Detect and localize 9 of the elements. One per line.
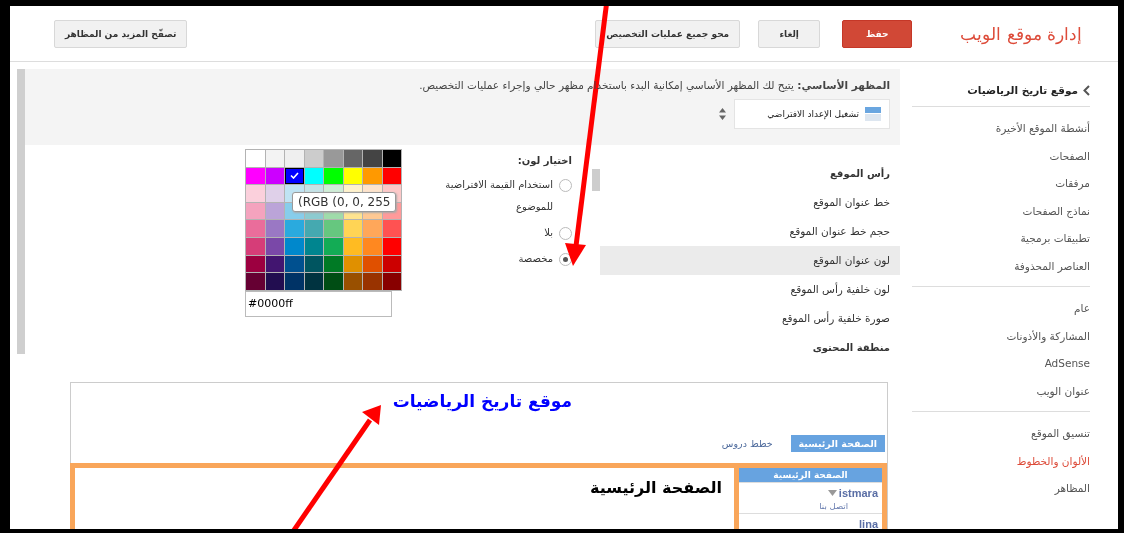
radio-label: بلا: [544, 226, 553, 240]
radio-label: مخصصة: [518, 252, 553, 266]
tooltip: (RGB (0, 0, 255: [292, 192, 397, 212]
site-title: موقع تاريخ الرياضيات: [391, 390, 573, 414]
color-choice-label: اختيار لون:: [516, 155, 572, 166]
side-nav-title: الصفحة الرئيسية: [739, 468, 882, 482]
page-heading: الصفحة الرئيسية: [588, 478, 722, 497]
admin-title: إدارة موقع الويب: [960, 23, 1082, 44]
radio-label: استخدام القيمة الافتراضية للموضوع: [444, 178, 553, 215]
